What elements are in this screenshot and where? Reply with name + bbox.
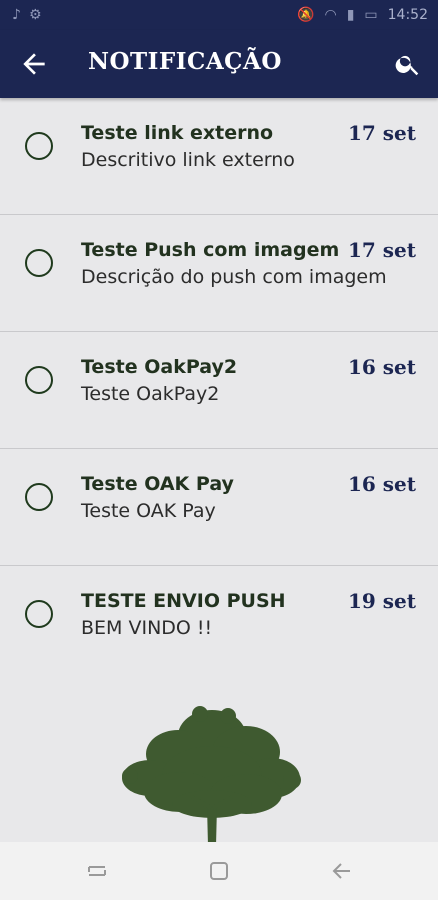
notification-date: 17 set [347, 238, 416, 262]
list-item[interactable]: TESTE ENVIO PUSH BEM VINDO !! 19 set [0, 566, 438, 682]
home-icon[interactable] [207, 859, 231, 883]
page-title: NOTIFICAÇÃO [88, 48, 282, 75]
radio-button[interactable] [25, 600, 53, 628]
notification-date: 19 set [347, 589, 416, 613]
status-bar: ♪ ⚙ 🔕 ◠ ▮ ▭ 14:52 [0, 0, 438, 30]
list-item[interactable]: Teste OakPay2 Teste OakPay2 16 set [0, 332, 438, 449]
wifi-icon: ◠ [324, 7, 337, 23]
notification-title: Teste link externo [81, 122, 274, 144]
search-icon[interactable] [394, 50, 422, 78]
radio-button[interactable] [25, 132, 53, 160]
mute-icon: 🔕 [297, 7, 315, 23]
clock: 14:52 [387, 7, 428, 23]
notification-title: Teste OakPay2 [81, 356, 238, 378]
notification-list: Teste link externo Descritivo link exter… [0, 98, 438, 682]
recent-apps-icon[interactable] [85, 859, 109, 883]
notification-description: Teste OAK Pay [81, 500, 216, 522]
tree-logo [122, 706, 301, 846]
radio-button[interactable] [25, 483, 53, 511]
notification-icon: ♪ [12, 7, 21, 23]
list-item[interactable]: Teste Push com imagem Descrição do push … [0, 215, 438, 332]
radio-button[interactable] [25, 366, 53, 394]
list-item[interactable]: Teste OAK Pay Teste OAK Pay 16 set [0, 449, 438, 566]
notification-title: Teste Push com imagem [81, 239, 340, 261]
arrow-left-icon[interactable] [18, 48, 50, 80]
app-bar: NOTIFICAÇÃO [0, 30, 438, 98]
back-icon[interactable] [330, 859, 354, 883]
notification-date: 16 set [347, 472, 416, 496]
list-item[interactable]: Teste link externo Descritivo link exter… [0, 98, 438, 215]
status-left-icons: ♪ ⚙ [12, 7, 42, 23]
status-right-icons: 🔕 ◠ ▮ ▭ 14:52 [297, 7, 428, 23]
notification-title: Teste OAK Pay [81, 473, 234, 495]
notification-description: BEM VINDO !! [81, 617, 213, 639]
settings-icon: ⚙ [28, 7, 42, 23]
notification-date: 16 set [347, 355, 416, 379]
notification-description: Teste OakPay2 [81, 383, 220, 405]
notification-title: TESTE ENVIO PUSH [81, 590, 286, 612]
system-nav-bar [0, 842, 438, 900]
signal-icon: ▮ [346, 7, 355, 23]
battery-icon: ▭ [364, 7, 378, 23]
radio-button[interactable] [25, 249, 53, 277]
notification-date: 17 set [347, 121, 416, 145]
notification-description: Descrição do push com imagem [81, 266, 387, 288]
notification-description: Descritivo link externo [81, 149, 295, 171]
